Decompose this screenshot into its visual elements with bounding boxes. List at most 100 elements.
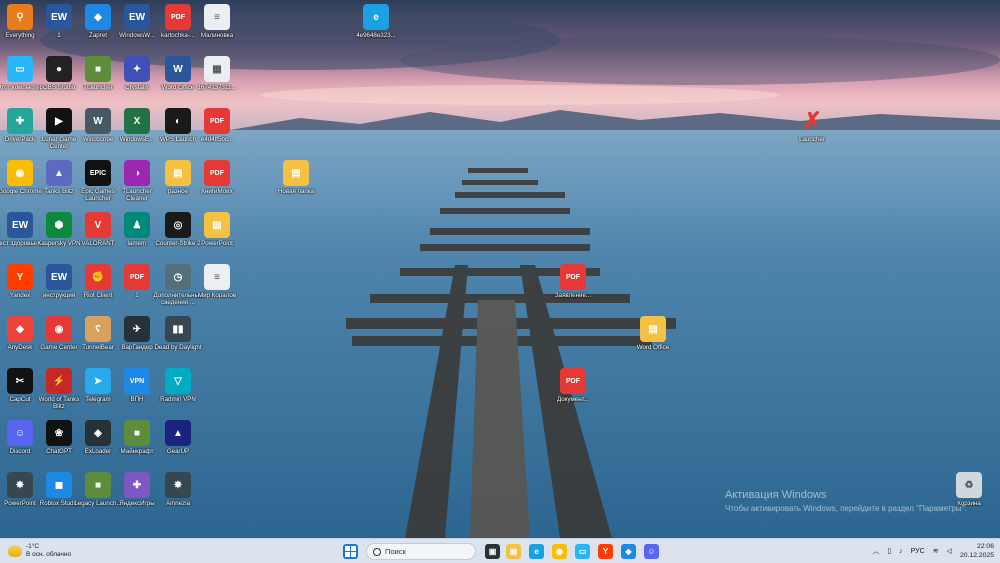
app-icon: EPIC xyxy=(85,160,111,186)
app-icon: EW xyxy=(124,4,150,30)
app-icon: ✂ xyxy=(7,368,33,394)
app-icon: VPN xyxy=(124,368,150,394)
app-icon: ≡ xyxy=(204,264,230,290)
zapret-icon[interactable]: ◆ xyxy=(621,544,636,559)
desktop-icon-label: КнигиМоих xyxy=(201,188,233,195)
desktop-icon-gearup[interactable]: ▲ GearUP xyxy=(152,420,204,455)
app-icon: EW xyxy=(7,212,33,238)
app-icon: ⚡ xyxy=(46,368,72,394)
app-icon: ▤ xyxy=(165,160,191,186)
app-icon: PDF xyxy=(204,108,230,134)
app-icon: ✸ xyxy=(7,472,33,498)
edge-icon[interactable]: e xyxy=(529,544,544,559)
activation-watermark: Активация Windows Чтобы активировать Win… xyxy=(725,489,967,513)
system-tray: ︿ ▯ ♪ РУС ≋ ◁ 22:06 20.12.2025 xyxy=(872,542,994,560)
battery-icon[interactable]: ▯ xyxy=(887,547,891,555)
app-icon: W xyxy=(165,56,191,82)
microphone-icon[interactable]: ♪ xyxy=(899,548,903,555)
weather-desc: В осн. облачно xyxy=(26,551,72,558)
app-icon: ◼ xyxy=(46,472,72,498)
desktop-icon-label: 1674137311... xyxy=(197,84,237,91)
desktop-icon-заявление[interactable]: PDF Заявление... xyxy=(547,264,599,299)
weather-widget[interactable]: -1°C В осн. облачно xyxy=(8,543,71,559)
app-icon: ◆ xyxy=(7,316,33,342)
app-icon: ✚ xyxy=(7,108,33,134)
desktop-icon-label: GearUP xyxy=(166,448,190,455)
desktop-icon-книгимоих[interactable]: PDF КнигиМоих xyxy=(191,160,243,195)
desktop-icon-4e9648e323[interactable]: e 4e9648e323... xyxy=(350,4,402,39)
desktop-icon-новая-папка[interactable]: ▤ Новая папка xyxy=(270,160,322,195)
activation-subtitle: Чтобы активировать Windows, перейдите в … xyxy=(725,504,967,513)
app-icon: ◆ xyxy=(85,4,111,30)
app-icon: ▤ xyxy=(204,212,230,238)
app-icon: ♟ xyxy=(124,212,150,238)
app-icon: ▲ xyxy=(46,160,72,186)
app-icon: V xyxy=(85,212,111,238)
app-icon: ✈ xyxy=(124,316,150,342)
weather-cloud-icon xyxy=(8,545,22,557)
app-icon: ▦ xyxy=(204,56,230,82)
desktop-icon-word-office[interactable]: ▤ Word Office xyxy=(627,316,679,351)
app-icon: PDF xyxy=(124,264,150,290)
yandex-icon[interactable]: Y xyxy=(598,544,613,559)
app-icon: ☺ xyxy=(7,420,33,446)
app-icon: ✚ xyxy=(124,472,150,498)
clock-time: 22:06 xyxy=(976,543,994,550)
clock[interactable]: 22:06 20.12.2025 xyxy=(960,542,994,560)
desktop-icon-label: Amnezia xyxy=(165,500,191,507)
discord-icon[interactable]: ☺ xyxy=(644,544,659,559)
app-icon: ◉ xyxy=(7,160,33,186)
wifi-icon[interactable]: ≋ xyxy=(933,547,939,555)
photos-icon[interactable]: ▭ xyxy=(575,544,590,559)
chrome-icon[interactable]: ◉ xyxy=(552,544,567,559)
desktop-icon-amnezia[interactable]: ✸ Amnezia xyxy=(152,472,204,507)
windows-logo-icon xyxy=(345,546,356,557)
desktop-icon-radmin-vpn[interactable]: ▽ Radmin VPN xyxy=(152,368,204,403)
desktop-icon-label: Малиновка xyxy=(200,32,234,39)
file-explorer-icon[interactable]: ▤ xyxy=(506,544,521,559)
desktop-icon-e4d4ff5bc[interactable]: PDF e4d4ff5bc... xyxy=(191,108,243,143)
app-icon: ▤ xyxy=(283,160,309,186)
language-indicator[interactable]: РУС xyxy=(911,548,925,555)
search-placeholder: Поиск xyxy=(385,547,406,556)
app-icon: ✦ xyxy=(124,56,150,82)
desktop-icon-малиновка[interactable]: ≡ Малиновка xyxy=(191,4,243,39)
app-icon: EW xyxy=(46,264,72,290)
app-icon: ✸ xyxy=(165,472,191,498)
app-icon: ▭ xyxy=(7,56,33,82)
app-icon: ■ xyxy=(85,472,111,498)
app-icon: ● xyxy=(46,56,72,82)
desktop-icon-label: e4d4ff5bc... xyxy=(200,136,234,143)
volume-icon[interactable]: ◁ xyxy=(947,547,952,555)
app-icon: ≡ xyxy=(204,4,230,30)
app-icon: e xyxy=(363,4,389,30)
desktop-icon-label: Launcher xyxy=(799,136,825,143)
desktop-icon-label: Word Office xyxy=(636,344,670,351)
activation-title: Активация Windows xyxy=(725,489,827,501)
app-icon: W xyxy=(85,108,111,134)
app-icon: ❀ xyxy=(46,420,72,446)
app-icon: X xyxy=(124,108,150,134)
app-icon: ◷ xyxy=(165,264,191,290)
desktop-icon-мир-коралов[interactable]: ≡ Мир Коралов xyxy=(191,264,243,299)
desktop-icon-label: Заявление... xyxy=(554,292,592,299)
app-icon: ⬢ xyxy=(46,212,72,238)
desktop-icon-1674137311[interactable]: ▦ 1674137311... xyxy=(191,56,243,91)
task-view-button[interactable]: ▣ xyxy=(485,544,500,559)
chevron-up-icon[interactable]: ︿ xyxy=(872,546,879,556)
desktop-icon-label: Мир Коралов xyxy=(197,292,237,299)
app-icon: ✊ xyxy=(85,264,111,290)
desktop-icon-dead-by-daylight[interactable]: ▮▮ Dead by Daylight xyxy=(152,316,204,351)
taskbar-search[interactable]: Поиск xyxy=(366,543,476,560)
start-button[interactable] xyxy=(343,544,358,559)
desktop-icon-launcher[interactable]: ✗ Launcher xyxy=(786,108,838,144)
desktop-icon-документ[interactable]: PDF Документ... xyxy=(547,368,599,403)
weather-temp: -1°C xyxy=(26,543,40,550)
desktop-icon-label: Dead by Daylight xyxy=(154,344,202,351)
app-icon: ▽ xyxy=(165,368,191,394)
app-icon: ◑ xyxy=(124,160,150,186)
desktop-icon-powerpoint[interactable]: ▤ PowerPoint xyxy=(191,212,243,247)
app-icon: ▲ xyxy=(165,420,191,446)
app-icon: PDF xyxy=(560,368,586,394)
app-icon: ■ xyxy=(85,56,111,82)
